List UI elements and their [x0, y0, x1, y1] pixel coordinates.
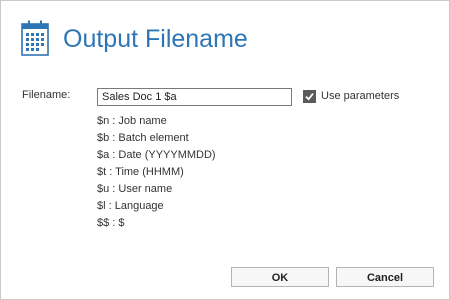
use-parameters-label[interactable]: Use parameters — [321, 90, 399, 102]
filename-input[interactable] — [97, 88, 292, 106]
parameter-item: $u : User name — [97, 183, 173, 195]
parameter-item: $n : Job name — [97, 115, 167, 127]
calendar-icon — [21, 20, 49, 56]
parameter-item: $l : Language — [97, 200, 164, 212]
parameter-item: $t : Time (HHMM) — [97, 166, 184, 178]
ok-button[interactable]: OK — [231, 267, 329, 287]
checkbox-checked-icon[interactable] — [303, 90, 316, 103]
cancel-button[interactable]: Cancel — [336, 267, 434, 287]
output-filename-dialog: Output Filename Filename: Use parameters… — [0, 0, 450, 300]
filename-label: Filename: — [22, 89, 71, 101]
parameter-item: $a : Date (YYYYMMDD) — [97, 149, 216, 161]
parameter-legend: $n : Job name $b : Batch element $a : Da… — [97, 113, 216, 232]
parameter-item: $$ : $ — [97, 217, 125, 229]
dialog-title: Output Filename — [63, 25, 248, 53]
parameter-item: $b : Batch element — [97, 132, 189, 144]
